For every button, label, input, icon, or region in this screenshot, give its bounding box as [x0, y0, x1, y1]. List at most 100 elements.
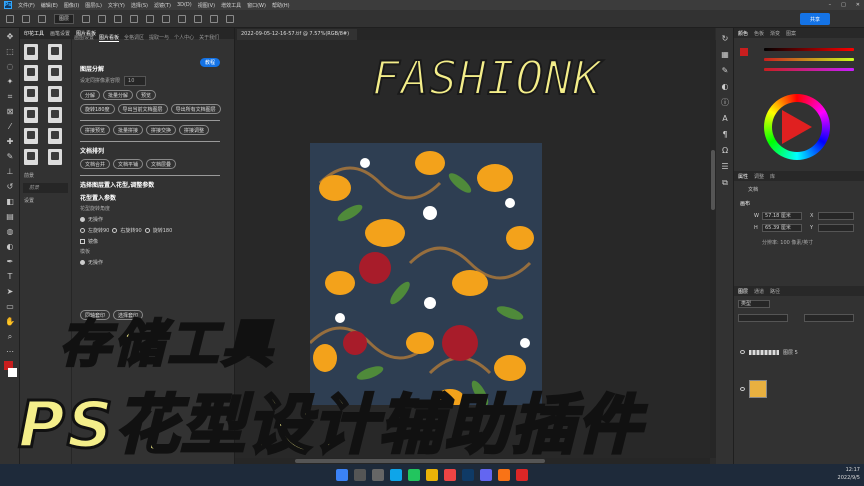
pattern-tool-icon[interactable] [24, 128, 38, 144]
shape-tool-icon[interactable]: ▭ [4, 301, 16, 313]
rotate-180-button[interactable]: 旋转180度 [80, 104, 115, 114]
tab-swatches[interactable]: 色板 [754, 30, 764, 37]
start-icon[interactable] [336, 469, 348, 481]
frame-tool-icon[interactable]: ⊠ [4, 106, 16, 118]
radio-none[interactable]: 无操作 [80, 216, 230, 223]
zoom-tool-icon[interactable]: ⌕ [4, 331, 16, 343]
menu-window[interactable]: 窗口(W) [247, 2, 266, 9]
crop-tool-icon[interactable]: ⌗ [4, 91, 16, 103]
app-icon[interactable] [444, 469, 456, 481]
wechat-icon[interactable] [408, 469, 420, 481]
radio-right[interactable]: 右旋转90 [120, 227, 141, 234]
pattern-tool-icon[interactable] [48, 65, 62, 81]
app-icon[interactable] [480, 469, 492, 481]
pen-tool-icon[interactable]: ✒ [4, 256, 16, 268]
radio-left[interactable]: 左旋转90 [88, 227, 109, 234]
tab-patterns[interactable]: 图案 [786, 30, 796, 37]
plugin-tab[interactable]: 全格调区 [124, 34, 144, 42]
tab-layers[interactable]: 图层 [738, 288, 748, 295]
left-selected-item[interactable]: 前景 [23, 183, 68, 193]
menu-3d[interactable]: 3D(D) [177, 2, 192, 8]
menu-layer[interactable]: 图层(L) [85, 2, 102, 9]
blur-tool-icon[interactable]: ◍ [4, 226, 16, 238]
marquee-tool-icon[interactable]: ⬚ [4, 46, 16, 58]
tab-gradients[interactable]: 渐变 [770, 30, 780, 37]
tutorial-button[interactable]: 教程 [200, 58, 220, 67]
radio-180[interactable]: 旋转180 [153, 227, 173, 234]
more-options-icon[interactable] [210, 14, 219, 23]
path-select-icon[interactable]: ➤ [4, 286, 16, 298]
eye-icon[interactable] [740, 350, 745, 354]
radio-dot[interactable] [112, 228, 118, 233]
red-slider[interactable] [764, 48, 854, 51]
document-tab[interactable]: 2022-09-05-12-16-57.tif @ 7.57%(RGB/8#) [237, 29, 357, 40]
plugin-tab[interactable]: 提取一与 [149, 34, 169, 42]
history-icon[interactable]: ↻ [720, 34, 730, 44]
settings-item[interactable]: 设置 [20, 195, 71, 206]
menu-select[interactable]: 选择(S) [131, 2, 148, 9]
radio-dot[interactable] [80, 217, 85, 222]
maximize-icon[interactable]: □ [841, 2, 846, 8]
pattern-tool-icon[interactable] [24, 65, 38, 81]
height-input[interactable]: 65.39 厘米 [762, 224, 802, 232]
menu-plugins[interactable]: 增效工具 [221, 2, 241, 9]
transform-controls-checkbox[interactable] [82, 14, 91, 23]
tile-adjust-button[interactable]: 拼接调整 [179, 125, 210, 135]
move-tool-icon[interactable]: ✥ [4, 31, 16, 43]
eraser-tool-icon[interactable]: ◧ [4, 196, 16, 208]
magic-wand-icon[interactable]: ✦ [4, 76, 16, 88]
plugin-header-tab[interactable]: 画笔设置 [50, 30, 70, 37]
layer-row[interactable]: 图层 5 [736, 346, 862, 358]
minimize-icon[interactable]: – [829, 2, 832, 8]
lasso-tool-icon[interactable]: ◌ [4, 61, 16, 73]
healing-brush-icon[interactable]: ✚ [4, 136, 16, 148]
pattern-tool-icon[interactable] [24, 149, 38, 165]
stamp-tool-icon[interactable]: ⊥ [4, 166, 16, 178]
align-right-icon[interactable] [130, 14, 139, 23]
app-icon[interactable] [498, 469, 510, 481]
tab-properties[interactable]: 属性 [738, 173, 748, 180]
x-input[interactable] [818, 212, 854, 220]
menu-filter[interactable]: 滤镜(T) [154, 2, 171, 9]
layer-filter-kind[interactable]: 类型 [738, 300, 770, 308]
libraries-icon[interactable]: ☰ [720, 162, 730, 172]
distribute-icon[interactable] [194, 14, 203, 23]
search-icon[interactable] [354, 469, 366, 481]
radio-dot[interactable] [144, 228, 150, 233]
swatches-icon[interactable]: ▦ [720, 50, 730, 60]
plugin-tab[interactable]: 关于我们 [199, 34, 219, 42]
move-tool-icon[interactable] [22, 14, 30, 23]
align-middle-icon[interactable] [162, 14, 171, 23]
width-input[interactable]: 57.18 厘米 [762, 212, 802, 220]
pattern-tool-icon[interactable] [24, 44, 38, 60]
menu-type[interactable]: 文字(Y) [108, 2, 125, 9]
doc-tile-button[interactable]: 文档平铺 [113, 159, 144, 169]
radio-dot[interactable] [80, 260, 85, 265]
foreground-color-swatch[interactable] [740, 48, 748, 56]
menu-edit[interactable]: 编辑(E) [41, 2, 58, 9]
export-current-button[interactable]: 导出当前文档图层 [117, 104, 168, 114]
split-button[interactable]: 分解 [80, 90, 101, 100]
brush-tool-icon[interactable]: ✎ [4, 151, 16, 163]
type-tool-icon[interactable]: T [4, 271, 16, 283]
tab-channels[interactable]: 通道 [754, 288, 764, 295]
checkbox[interactable] [80, 239, 85, 244]
edge-icon[interactable] [390, 469, 402, 481]
record-icon[interactable] [516, 469, 528, 481]
gradient-tool-icon[interactable]: ▤ [4, 211, 16, 223]
close-icon[interactable]: ✕ [856, 2, 860, 8]
character-icon[interactable]: A [720, 114, 730, 124]
blend-mode-select[interactable] [738, 314, 788, 322]
tolerance-input[interactable]: 10 [124, 76, 147, 86]
export-all-button[interactable]: 导出所有文档图层 [170, 104, 221, 114]
menu-image[interactable]: 图像(I) [64, 2, 79, 9]
align-center-icon[interactable] [114, 14, 123, 23]
align-top-icon[interactable] [146, 14, 155, 23]
auto-select-mode[interactable]: 图层 [54, 13, 75, 24]
pattern-tool-icon[interactable] [48, 44, 62, 60]
pattern-tool-icon[interactable] [48, 86, 62, 102]
share-button[interactable]: 共享 [800, 13, 830, 25]
preview-button[interactable]: 预览 [136, 90, 157, 100]
home-icon[interactable] [6, 14, 14, 23]
pattern-tool-icon[interactable] [24, 107, 38, 123]
